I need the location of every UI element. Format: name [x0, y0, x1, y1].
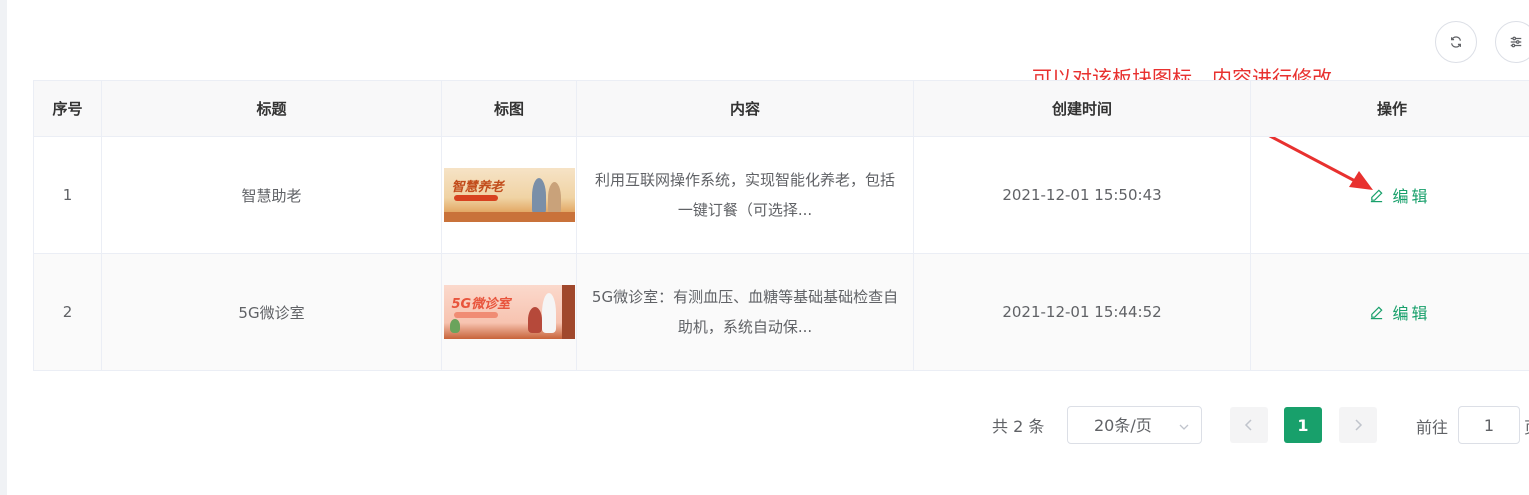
goto-page-input[interactable]	[1458, 406, 1520, 444]
cell-actions: 编辑	[1250, 253, 1529, 371]
column-header-actions: 操作	[1250, 80, 1529, 137]
elder-figure	[527, 307, 542, 333]
cell-actions: 编辑	[1250, 136, 1529, 254]
data-table: 序号 标题 标图 内容 创建时间 操作 1 智慧助老 智慧养老 利用互联网操作系…	[33, 80, 1529, 371]
cell-content: 5G微诊室：有测血压、血糖等基础基础检查自助机，系统自动保...	[576, 253, 914, 371]
table-row: 1 智慧助老 智慧养老 利用互联网操作系统，实现智能化养老，包括一键订餐（可选择…	[33, 136, 1529, 254]
doctor-figure	[541, 293, 556, 333]
cell-image: 5G微诊室	[441, 253, 577, 371]
column-header-title: 标题	[101, 80, 442, 137]
page-size-select[interactable]: 20条/页	[1067, 406, 1202, 444]
thumbnail-title: 5G微诊室	[451, 297, 511, 312]
column-settings-button[interactable]	[1495, 21, 1529, 63]
goto-label: 前往	[1416, 418, 1449, 437]
chevron-right-icon	[1355, 419, 1363, 431]
cell-index: 1	[33, 136, 102, 254]
elder-figure	[531, 178, 546, 214]
cell-created-time: 2021-12-01 15:44:52	[913, 253, 1251, 371]
page: 可以对该板块图标、内容进行修改 序号 标题 标图 内容 创建时间 操作 1 智慧…	[0, 0, 1529, 495]
page-size-value: 20条/页	[1094, 416, 1152, 435]
edit-button[interactable]: 编辑	[1369, 183, 1430, 207]
pagination: 共 2 条 20条/页 1 前往 页	[0, 406, 1529, 444]
table-row: 2 5G微诊室 5G微诊室 5G微诊室：有测血压、血糖等基础基础检查自助机，系统…	[33, 253, 1529, 371]
column-header-image: 标图	[441, 80, 577, 137]
refresh-button[interactable]	[1435, 21, 1477, 63]
edit-label: 编辑	[1392, 304, 1431, 323]
thumbnail-title: 智慧养老	[451, 180, 504, 195]
chevron-left-icon	[1244, 419, 1252, 431]
ground-shape	[443, 212, 575, 222]
column-settings-icon	[1510, 36, 1522, 48]
cell-content: 利用互联网操作系统，实现智能化养老，包括一键订餐（可选择...	[576, 136, 914, 254]
edit-button[interactable]: 编辑	[1369, 300, 1430, 324]
edit-icon	[1371, 188, 1384, 202]
next-page-button[interactable]	[1339, 407, 1377, 443]
thumbnail-image[interactable]: 智慧养老	[443, 168, 575, 222]
edit-icon	[1371, 305, 1384, 319]
column-header-index: 序号	[33, 80, 102, 137]
chevron-down-icon	[1179, 424, 1189, 430]
cell-title: 5G微诊室	[101, 253, 442, 371]
content-text: 利用互联网操作系统，实现智能化养老，包括一键订餐（可选择...	[594, 171, 895, 219]
door-shape	[561, 285, 575, 339]
content-text: 5G微诊室：有测血压、血糖等基础基础检查自助机，系统自动保...	[591, 288, 899, 336]
cell-created-time: 2021-12-01 15:50:43	[913, 136, 1251, 254]
elder-figure	[547, 182, 561, 214]
column-header-created: 创建时间	[913, 80, 1251, 137]
goto-suffix: 页	[1524, 414, 1529, 438]
refresh-icon	[1451, 36, 1461, 48]
column-header-content: 内容	[576, 80, 914, 137]
cell-title: 智慧助老	[101, 136, 442, 254]
total-count: 共 2 条	[992, 417, 1045, 436]
page-number-current[interactable]: 1	[1284, 407, 1322, 443]
table-header-row: 序号 标题 标图 内容 创建时间 操作	[33, 80, 1529, 137]
edit-label: 编辑	[1392, 187, 1431, 206]
prev-page-button[interactable]	[1230, 407, 1268, 443]
plant-shape	[449, 319, 460, 333]
thumbnail-ribbon	[453, 195, 498, 201]
thumbnail-image[interactable]: 5G微诊室	[443, 285, 575, 339]
cell-index: 2	[33, 253, 102, 371]
cell-image: 智慧养老	[441, 136, 577, 254]
thumbnail-ribbon	[453, 312, 498, 318]
